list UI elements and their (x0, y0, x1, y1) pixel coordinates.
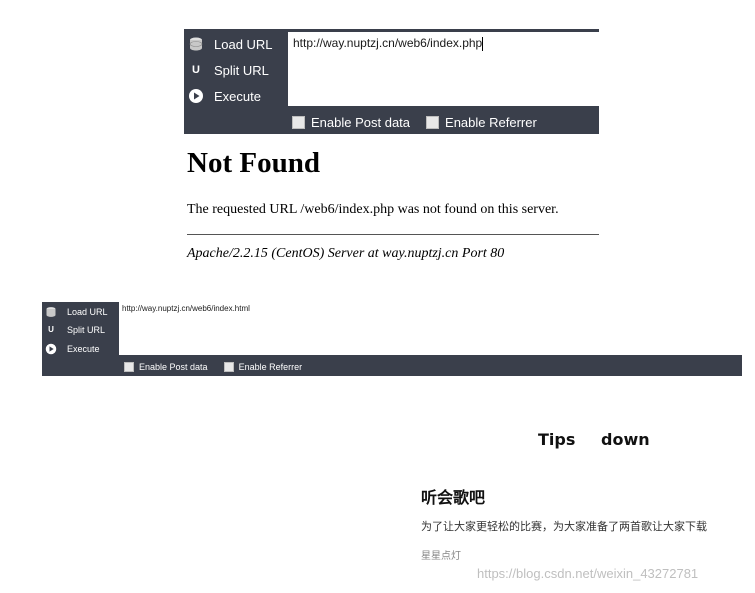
enable-referrer-checkbox[interactable]: Enable Referrer (426, 115, 537, 130)
text-cursor (482, 36, 484, 51)
split-url-label: Split URL (67, 324, 106, 335)
error-message: The requested URL /web6/index.php was no… (187, 202, 559, 217)
execute-button[interactable]: Execute (184, 83, 261, 109)
page-title: Not Found (187, 147, 320, 179)
song-section-title: 听会歌吧 (421, 488, 486, 507)
database-icon (188, 36, 204, 52)
enable-post-checkbox[interactable]: Enable Post data (124, 362, 208, 372)
load-url-label: Load URL (67, 306, 108, 317)
database-icon (45, 306, 57, 318)
song-link[interactable]: 星星点灯 (421, 547, 461, 562)
watermark: https://blog.csdn.net/weixin_43272781 (477, 566, 699, 581)
load-url-label: Load URL (214, 36, 273, 52)
play-icon (45, 343, 57, 355)
enable-referrer-checkbox[interactable]: Enable Referrer (223, 362, 303, 372)
enable-referrer-label: Enable Referrer (238, 362, 303, 372)
nav-tips-link[interactable]: Tips (538, 430, 575, 449)
checkbox-box[interactable] (124, 362, 134, 372)
checkbox-box[interactable] (223, 362, 234, 372)
enable-post-checkbox[interactable]: Enable Post data (292, 115, 410, 130)
server-signature: Apache/2.2.15 (CentOS) Server at way.nup… (187, 246, 505, 261)
not-found-page: Not Found The requested URL /web6/index.… (187, 140, 599, 262)
url-text: http://way.nuptzj.cn/web6/index.php (293, 36, 483, 50)
execute-label: Execute (214, 88, 261, 104)
magnet-icon: U (48, 325, 54, 334)
load-url-button[interactable]: Load URL (42, 302, 108, 321)
url-input[interactable]: http://way.nuptzj.cn/web6/index.php (288, 32, 599, 106)
url-input[interactable]: http://way.nuptzj.cn/web6/index.html (119, 302, 742, 355)
play-icon (188, 88, 204, 104)
hackbar-bottom: Load URL U Split URL Execute http://way.… (42, 302, 742, 376)
execute-button[interactable]: Execute (42, 339, 100, 358)
enable-referrer-label: Enable Referrer (445, 114, 537, 130)
execute-label: Execute (67, 343, 100, 354)
enable-post-label: Enable Post data (311, 114, 411, 130)
divider (187, 234, 599, 235)
split-url-button[interactable]: U Split URL (42, 320, 105, 339)
magnet-icon: U (192, 64, 200, 76)
checkbox-box[interactable] (292, 115, 305, 129)
song-description: 为了让大家更轻松的比赛，为大家准备了两首歌让大家下载 (421, 520, 707, 533)
enable-post-label: Enable Post data (139, 362, 208, 372)
checkbox-box[interactable] (426, 115, 440, 129)
nav-down-link[interactable]: down (601, 430, 650, 449)
url-text: http://way.nuptzj.cn/web6/index.html (122, 304, 250, 313)
options-row: Enable Post data Enable Referrer (124, 360, 318, 374)
options-row: Enable Post data Enable Referrer (292, 112, 553, 132)
split-url-label: Split URL (214, 62, 269, 78)
load-url-button[interactable]: Load URL (184, 31, 273, 57)
hackbar-top: Load URL U Split URL Execute http://way.… (184, 29, 599, 134)
split-url-button[interactable]: U Split URL (184, 57, 269, 83)
